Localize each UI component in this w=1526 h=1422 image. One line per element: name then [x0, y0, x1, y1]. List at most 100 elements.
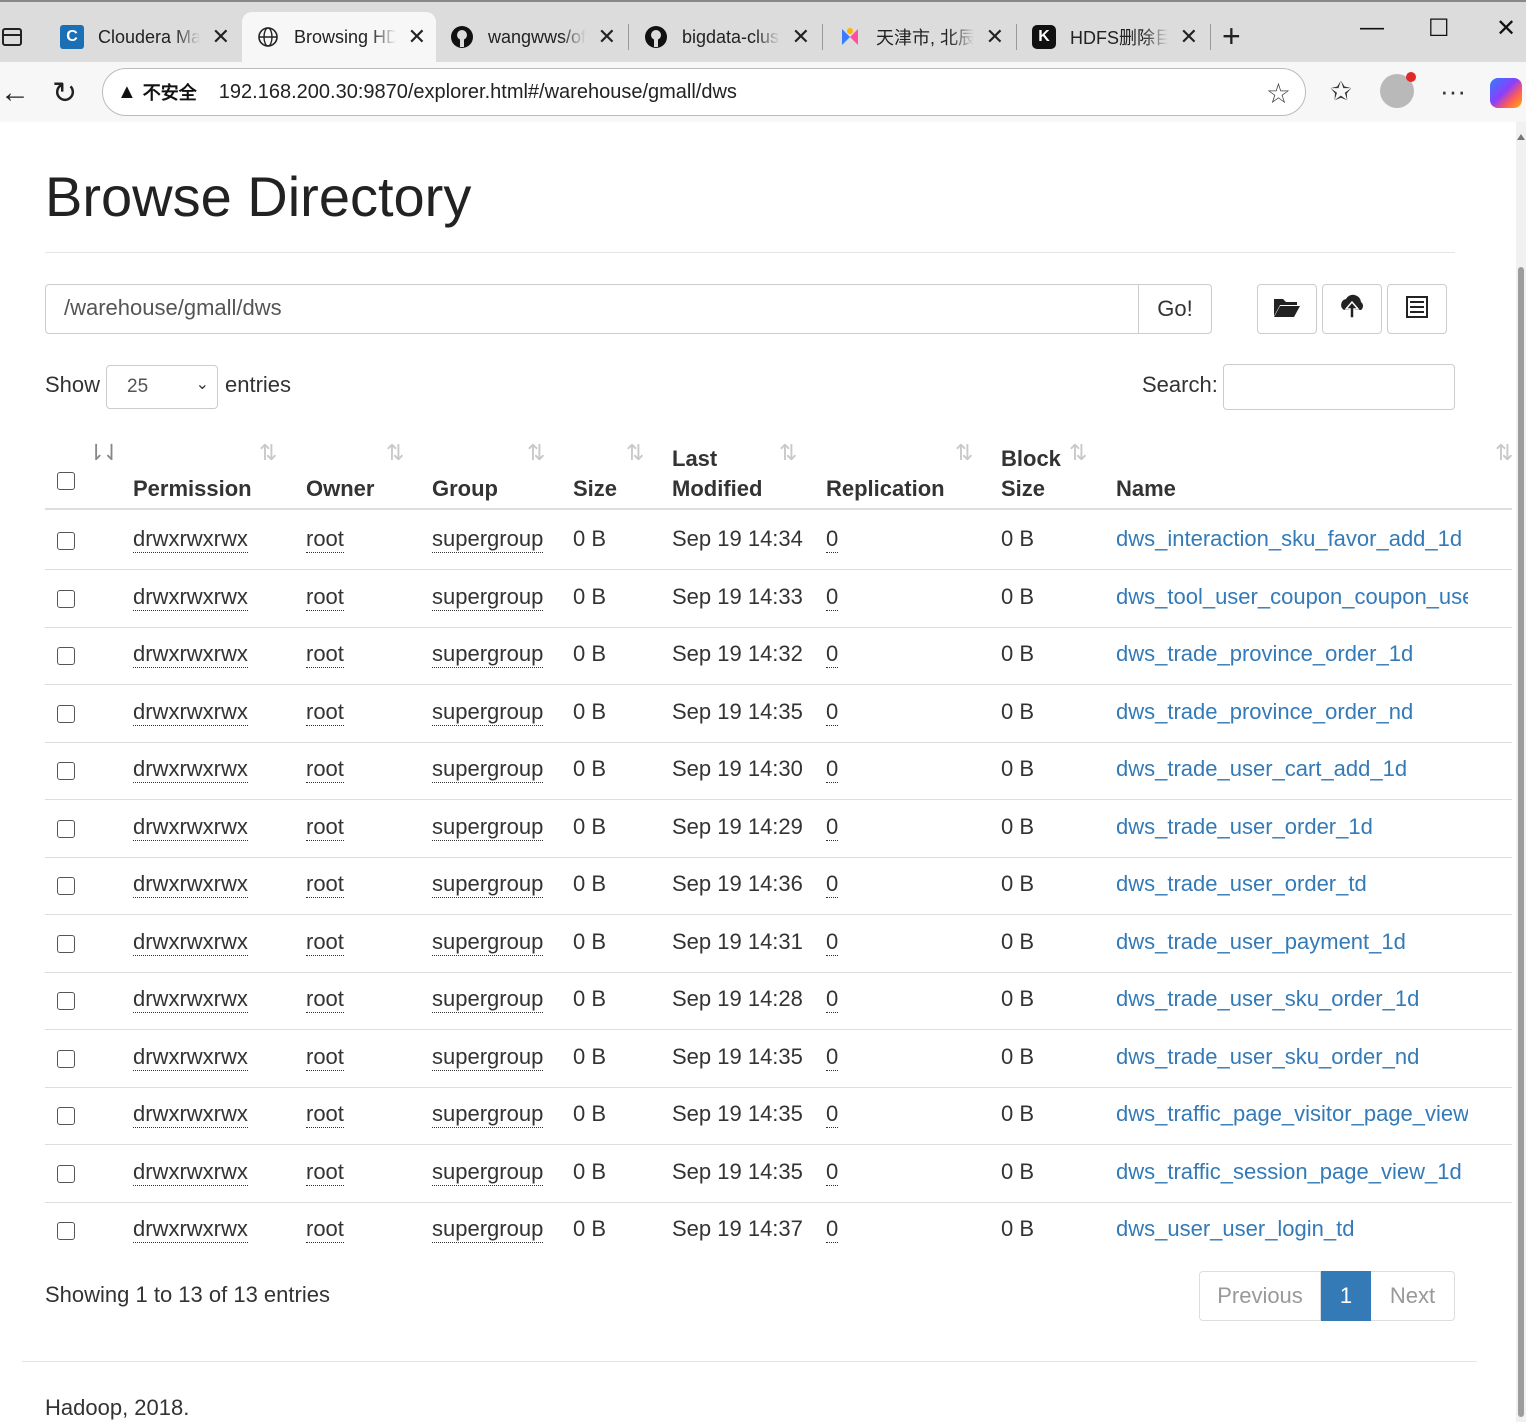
name-link[interactable]: dws_interaction_sku_favor_add_1d — [1116, 526, 1468, 552]
group-cell[interactable]: supergroup — [432, 1216, 544, 1243]
name-link[interactable]: dws_trade_user_order_1d — [1116, 814, 1468, 840]
tab-weather[interactable]: 天津市, 北辰区 ✕ — [824, 12, 1014, 62]
select-all-checkbox[interactable] — [57, 472, 75, 490]
group-cell[interactable]: supergroup — [432, 986, 544, 1013]
reload-icon[interactable]: ↻ — [52, 76, 77, 111]
name-link[interactable]: dws_trade_user_sku_order_1d — [1116, 986, 1468, 1012]
replication-cell[interactable]: 0 — [826, 699, 839, 726]
tab-cloudera-manager[interactable]: C Cloudera Manager ✕ — [46, 12, 240, 62]
group-cell[interactable]: supergroup — [432, 1044, 544, 1071]
owner-cell[interactable]: root — [306, 814, 344, 841]
replication-cell[interactable]: 0 — [826, 986, 839, 1013]
star-icon[interactable]: ☆ — [1266, 77, 1291, 110]
group-cell[interactable]: supergroup — [432, 929, 544, 956]
col-header-group[interactable]: Group — [432, 474, 498, 504]
scrollbar-thumb[interactable] — [1518, 267, 1524, 1417]
previous-button[interactable]: Previous — [1199, 1271, 1321, 1321]
col-header-block-size[interactable]: Block Size — [1001, 444, 1061, 504]
directory-path-input[interactable]: /warehouse/gmall/dws — [45, 284, 1139, 334]
favorites-icon[interactable]: ✩ — [1330, 76, 1352, 107]
owner-cell[interactable]: root — [306, 526, 344, 553]
row-checkbox[interactable] — [57, 762, 75, 780]
sort-icon[interactable]: ⇅ — [1069, 440, 1088, 466]
close-icon[interactable]: ✕ — [408, 24, 426, 50]
row-checkbox[interactable] — [57, 935, 75, 953]
page-1-button[interactable]: 1 — [1321, 1271, 1371, 1321]
permission-cell[interactable]: drwxrwxrwx — [133, 1044, 248, 1071]
tab-actions-icon[interactable] — [2, 28, 22, 46]
minimize-icon[interactable]: — — [1360, 14, 1384, 42]
sort-icon[interactable]: ⇅ — [259, 440, 278, 466]
sort-icon[interactable]: ⇅ — [1495, 440, 1514, 466]
page-scrollbar[interactable] — [1516, 122, 1526, 1422]
group-cell[interactable]: supergroup — [432, 1101, 544, 1128]
permission-cell[interactable]: drwxrwxrwx — [133, 1159, 248, 1186]
permission-cell[interactable]: drwxrwxrwx — [133, 1216, 248, 1243]
replication-cell[interactable]: 0 — [826, 1101, 839, 1128]
close-icon[interactable]: ✕ — [792, 24, 810, 50]
new-tab-icon[interactable]: + — [1222, 18, 1241, 55]
row-checkbox[interactable] — [57, 1165, 75, 1183]
replication-cell[interactable]: 0 — [826, 1159, 839, 1186]
close-icon[interactable]: ✕ — [212, 24, 230, 50]
row-checkbox[interactable] — [57, 647, 75, 665]
avatar[interactable] — [1380, 72, 1416, 108]
owner-cell[interactable]: root — [306, 699, 344, 726]
address-bar[interactable]: ▲ 不安全 192.168.200.30:9870/explorer.html#… — [102, 68, 1306, 116]
name-link[interactable]: dws_trade_user_sku_order_nd — [1116, 1044, 1468, 1070]
group-cell[interactable]: supergroup — [432, 584, 544, 611]
row-checkbox[interactable] — [57, 877, 75, 895]
owner-cell[interactable]: root — [306, 641, 344, 668]
sort-icon[interactable]: ⇂⇃ — [87, 440, 121, 466]
go-button[interactable]: Go! — [1138, 284, 1212, 334]
permission-cell[interactable]: drwxrwxrwx — [133, 871, 248, 898]
col-header-size[interactable]: Size — [573, 474, 617, 504]
tab-browsing-hdfs[interactable]: Browsing HDFS ✕ — [242, 12, 436, 62]
owner-cell[interactable]: root — [306, 986, 344, 1013]
permission-cell[interactable]: drwxrwxrwx — [133, 986, 248, 1013]
permission-cell[interactable]: drwxrwxrwx — [133, 929, 248, 956]
replication-cell[interactable]: 0 — [826, 871, 839, 898]
row-checkbox[interactable] — [57, 1222, 75, 1240]
replication-cell[interactable]: 0 — [826, 526, 839, 553]
replication-cell[interactable]: 0 — [826, 584, 839, 611]
upload-button[interactable] — [1322, 284, 1382, 334]
name-link[interactable]: dws_trade_user_payment_1d — [1116, 929, 1468, 955]
replication-cell[interactable]: 0 — [826, 929, 839, 956]
owner-cell[interactable]: root — [306, 929, 344, 956]
permission-cell[interactable]: drwxrwxrwx — [133, 814, 248, 841]
name-link[interactable]: dws_user_user_login_td — [1116, 1216, 1468, 1242]
col-header-last-modified[interactable]: Last Modified — [672, 444, 762, 504]
name-link[interactable]: dws_trade_user_cart_add_1d — [1116, 756, 1468, 782]
col-header-owner[interactable]: Owner — [306, 474, 374, 504]
permission-cell[interactable]: drwxrwxrwx — [133, 584, 248, 611]
sort-icon[interactable]: ⇅ — [386, 440, 405, 466]
group-cell[interactable]: supergroup — [432, 814, 544, 841]
name-link[interactable]: dws_trade_province_order_nd — [1116, 699, 1468, 725]
close-icon[interactable]: ✕ — [986, 24, 1004, 50]
sort-icon[interactable]: ⇅ — [779, 440, 798, 466]
name-link[interactable]: dws_traffic_page_visitor_page_view_1d — [1116, 1101, 1468, 1127]
back-icon[interactable]: ← — [0, 76, 30, 110]
owner-cell[interactable]: root — [306, 1159, 344, 1186]
group-cell[interactable]: supergroup — [432, 526, 544, 553]
row-checkbox[interactable] — [57, 590, 75, 608]
entries-select[interactable]: 25 ⌄ — [106, 365, 218, 409]
owner-cell[interactable]: root — [306, 1216, 344, 1243]
sort-icon[interactable]: ⇅ — [955, 440, 974, 466]
permission-cell[interactable]: drwxrwxrwx — [133, 641, 248, 668]
group-cell[interactable]: supergroup — [432, 756, 544, 783]
name-link[interactable]: dws_traffic_session_page_view_1d — [1116, 1159, 1468, 1185]
permission-cell[interactable]: drwxrwxrwx — [133, 756, 248, 783]
row-checkbox[interactable] — [57, 992, 75, 1010]
row-checkbox[interactable] — [57, 820, 75, 838]
tab-github-bigdata[interactable]: bigdata-cluster ✕ — [630, 12, 820, 62]
cut-paste-button[interactable] — [1387, 284, 1447, 334]
window-close-icon[interactable]: ✕ — [1496, 14, 1516, 43]
scroll-up-icon[interactable] — [1517, 134, 1525, 140]
copilot-icon[interactable] — [1490, 78, 1522, 108]
group-cell[interactable]: supergroup — [432, 641, 544, 668]
replication-cell[interactable]: 0 — [826, 756, 839, 783]
more-icon[interactable]: ··· — [1440, 76, 1466, 107]
owner-cell[interactable]: root — [306, 584, 344, 611]
